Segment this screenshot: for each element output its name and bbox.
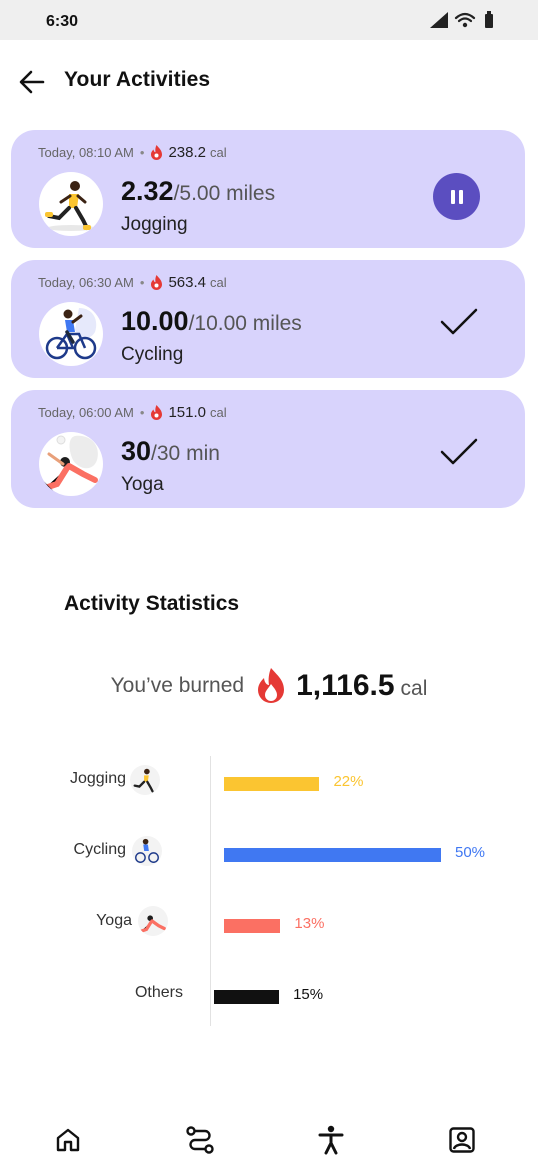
progress-current: 30 — [121, 436, 152, 466]
burned-total: 1,116.5 — [296, 669, 395, 702]
chart-category-label: Cycling — [73, 841, 126, 858]
pause-button[interactable] — [433, 173, 480, 220]
separator-dot: • — [139, 405, 145, 420]
stats-title: Activity Statistics — [64, 592, 240, 615]
wifi-icon — [454, 12, 476, 23]
chart-value-label: 13% — [294, 915, 325, 932]
progress-current: 10.00 — [121, 306, 189, 336]
flame-icon — [258, 668, 285, 703]
chart-axis — [210, 756, 211, 1026]
burned-unit: cal — [400, 677, 428, 700]
card-meta: Today, 06:30 AM • 563.4 cal — [38, 274, 227, 291]
card-meta: Today, 08:10 AM • 238.2 cal — [38, 144, 227, 161]
check-icon — [440, 438, 478, 465]
progress-current: 2.32 — [121, 176, 174, 206]
burned-prefix: You’ve burned — [110, 674, 245, 697]
activity-card-cycling[interactable]: Today, 06:30 AM • 563.4 cal 10.00/10.00 … — [11, 260, 525, 378]
progress-line: 30/30 min — [121, 436, 220, 467]
nav-route[interactable] — [180, 1120, 220, 1160]
page-title: Your Activities — [64, 68, 211, 91]
home-icon — [56, 1128, 80, 1152]
chart-category-label: Jogging — [69, 770, 126, 787]
activity-name: Yoga — [121, 474, 164, 495]
cycling-avatar — [39, 302, 103, 366]
chart-category-label: Others — [134, 984, 183, 1001]
calories-value: 151.0 — [168, 404, 206, 421]
flame-icon — [151, 145, 163, 160]
separator-dot: • — [139, 145, 145, 160]
chart-value-label: 50% — [455, 844, 486, 861]
chart-bar-jogging — [224, 777, 320, 791]
nav-activity[interactable] — [311, 1120, 351, 1160]
progress-target: /5.00 miles — [173, 182, 276, 205]
chart-value-label: 15% — [293, 986, 324, 1003]
cyclist-illustration — [45, 308, 97, 360]
calories-unit: cal — [209, 275, 227, 290]
signal-icon — [430, 12, 448, 28]
flame-icon — [151, 405, 163, 420]
flame-icon — [151, 275, 163, 290]
back-arrow-icon — [19, 70, 45, 94]
battery-icon — [485, 11, 493, 28]
check-icon — [440, 308, 478, 335]
runner-illustration — [45, 181, 95, 231]
bottom-nav — [0, 1100, 538, 1176]
chart-bar-yoga — [224, 919, 281, 933]
profile-icon — [449, 1127, 475, 1153]
activity-name: Cycling — [121, 344, 184, 365]
activity-name: Jogging — [121, 214, 188, 235]
yoga-mini-icon — [138, 906, 168, 936]
separator-dot: • — [139, 275, 145, 290]
status-bar: 6:30 — [0, 0, 538, 40]
progress-line: 2.32/5.00 miles — [121, 176, 275, 207]
activity-card-jogging[interactable]: Today, 08:10 AM • 238.2 cal 2.32/5.00 mi… — [11, 130, 525, 248]
jogging-avatar — [39, 172, 103, 236]
activity-chart: Jogging Cycling Yoga Others 22% 50% 13% 15% — [0, 750, 538, 1030]
burned-summary: You’ve burned 1,116.5 cal — [0, 668, 538, 704]
activity-icon — [318, 1125, 344, 1155]
card-meta: Today, 06:00 AM • 151.0 cal — [38, 404, 227, 421]
calories-unit: cal — [209, 405, 227, 420]
jogging-mini-icon — [130, 765, 160, 795]
activity-time: Today, 08:10 AM — [38, 145, 134, 160]
yoga-illustration — [39, 435, 98, 495]
chart-bar-others — [214, 990, 280, 1004]
chart-category-label: Yoga — [96, 912, 132, 929]
pause-icon — [450, 189, 463, 204]
calories-unit: cal — [209, 145, 227, 160]
calories-value: 563.4 — [168, 274, 206, 291]
activity-time: Today, 06:30 AM — [38, 275, 134, 290]
chart-bar-cycling — [224, 848, 441, 862]
route-icon — [186, 1126, 214, 1154]
activity-card-yoga[interactable]: Today, 06:00 AM • 151.0 cal 30/30 min Yo… — [11, 390, 525, 508]
cycling-mini-icon — [132, 836, 162, 866]
yoga-avatar — [39, 432, 103, 496]
calories-value: 238.2 — [168, 144, 206, 161]
status-icons — [430, 11, 493, 28]
nav-profile[interactable] — [442, 1120, 482, 1160]
app-bar: Your Activities — [0, 40, 538, 120]
progress-target: /10.00 miles — [188, 312, 302, 335]
nav-home[interactable] — [48, 1120, 88, 1160]
activity-time: Today, 06:00 AM — [38, 405, 134, 420]
status-time: 6:30 — [46, 13, 79, 30]
progress-line: 10.00/10.00 miles — [121, 306, 302, 337]
progress-target: /30 min — [151, 442, 220, 465]
chart-value-label: 22% — [333, 773, 364, 790]
back-button[interactable] — [14, 64, 50, 100]
